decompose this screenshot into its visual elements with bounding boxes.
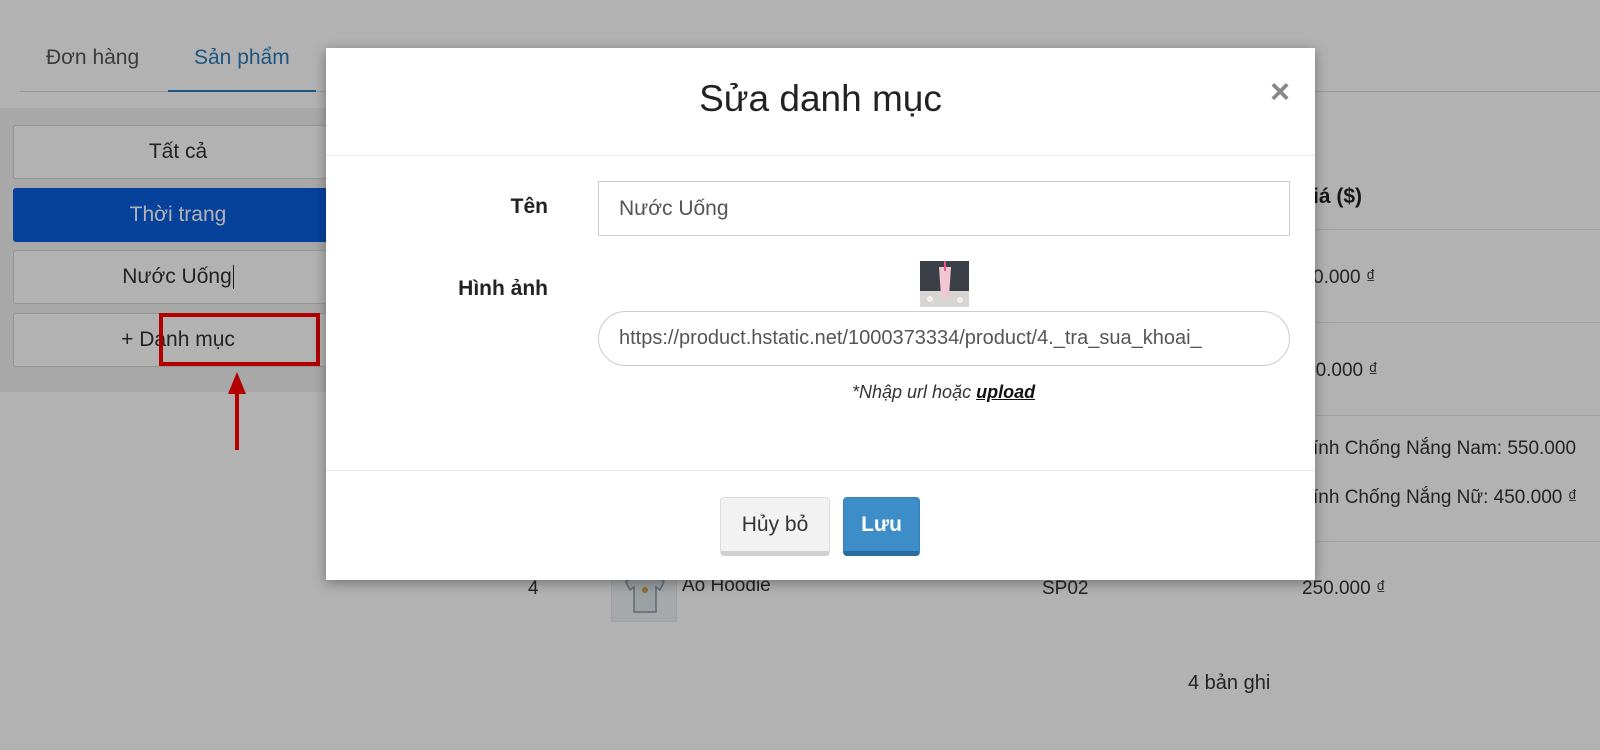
hint-text: *Nhập url hoặc — [852, 382, 977, 402]
image-url-input[interactable] — [598, 311, 1290, 366]
modal-footer-divider — [326, 470, 1315, 471]
drink-thumbnail — [920, 261, 969, 307]
modal-title: Sửa danh mục — [699, 78, 942, 119]
category-name-input[interactable] — [598, 181, 1290, 236]
name-label: Tên — [510, 195, 548, 218]
upload-link[interactable]: upload — [976, 382, 1035, 402]
cancel-button[interactable]: Hủy bỏ — [720, 497, 830, 556]
image-label: Hình ảnh — [458, 277, 548, 300]
close-icon[interactable]: × — [1270, 72, 1290, 112]
save-button[interactable]: Lưu — [843, 497, 920, 556]
image-hint: *Nhập url hoặc upload — [852, 382, 1035, 403]
modal-header: Sửa danh mục × — [326, 48, 1315, 156]
